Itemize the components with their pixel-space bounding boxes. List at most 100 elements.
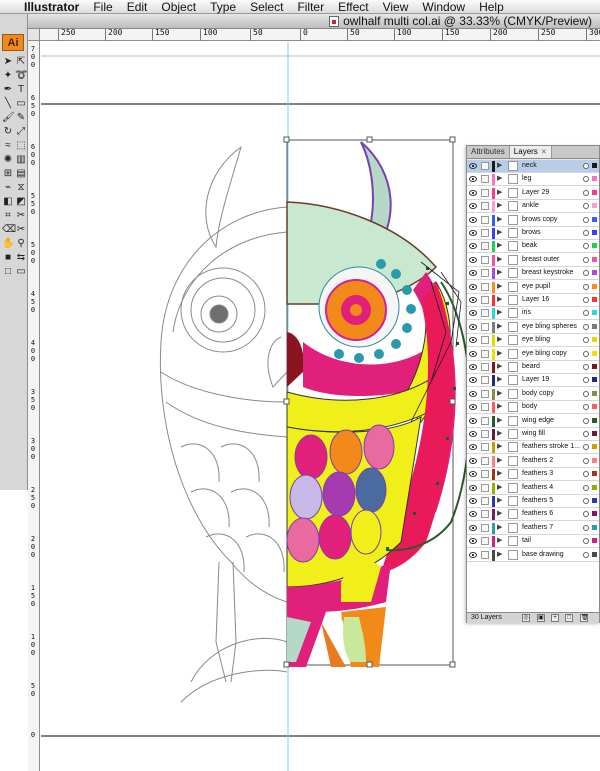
eyedropper-tool-icon[interactable]: ⌁: [2, 182, 14, 194]
lock-toggle[interactable]: [481, 322, 489, 331]
live-paint-tool-icon[interactable]: ◧: [2, 196, 14, 208]
lock-toggle[interactable]: [481, 443, 489, 452]
layer-row[interactable]: ▶ brows: [467, 227, 599, 240]
layer-row[interactable]: ▶ feathers stroke 1...: [467, 441, 599, 455]
layer-name[interactable]: eye bling spheres: [522, 321, 580, 333]
target-circle-icon[interactable]: [583, 203, 589, 210]
layer-name[interactable]: base drawing: [522, 549, 580, 561]
visibility-eye-icon[interactable]: [469, 498, 477, 504]
visibility-eye-icon[interactable]: [469, 243, 477, 250]
visibility-eye-icon[interactable]: [469, 538, 477, 545]
lock-toggle[interactable]: [481, 349, 489, 358]
layer-name[interactable]: eye bling: [522, 334, 580, 346]
lock-toggle[interactable]: [481, 229, 489, 237]
layer-row[interactable]: ▶ feathers 3: [467, 468, 599, 482]
target-circle-icon[interactable]: [583, 189, 589, 196]
expand-triangle-icon[interactable]: ▶: [497, 348, 502, 360]
target-circle-icon[interactable]: [583, 498, 589, 504]
blend-tool-icon[interactable]: ⧖: [15, 182, 27, 194]
layer-list[interactable]: ▶ neck ▶ leg ▶ Layer 29 ▶ ankle ▶ brows copy ▶ brow…: [467, 160, 599, 612]
layer-row[interactable]: ▶ beard: [467, 361, 599, 374]
target-circle-icon[interactable]: [583, 337, 589, 344]
expand-triangle-icon[interactable]: ▶: [497, 361, 502, 373]
visibility-eye-icon[interactable]: [469, 297, 477, 303]
layer-name[interactable]: wing fill: [522, 428, 580, 440]
slice-tool-icon[interactable]: ✂: [15, 210, 27, 222]
layer-name[interactable]: feathers 2: [522, 455, 580, 467]
target-circle-icon[interactable]: [583, 163, 589, 169]
visibility-eye-icon[interactable]: [469, 283, 477, 290]
menu-view[interactable]: View: [376, 0, 416, 14]
expand-triangle-icon[interactable]: ▶: [497, 307, 502, 319]
layer-name[interactable]: feathers 6: [522, 508, 580, 520]
target-circle-icon[interactable]: [583, 431, 589, 437]
expand-triangle-icon[interactable]: ▶: [497, 482, 502, 494]
target-circle-icon[interactable]: [583, 176, 589, 183]
crop-tool-icon[interactable]: ⌗: [2, 210, 14, 222]
layer-name[interactable]: beak: [522, 240, 580, 252]
document-title-bar[interactable]: owlhalf multi col.ai @ 33.33% (CMYK/Prev…: [28, 14, 600, 29]
tab-attributes[interactable]: Attributes: [467, 146, 510, 158]
make-clipping-mask-icon[interactable]: ▣: [537, 614, 545, 622]
target-circle-icon[interactable]: [583, 323, 589, 330]
layer-row[interactable]: ▶ wing fill: [467, 428, 599, 441]
symbol-sprayer-tool-icon[interactable]: ✺: [2, 154, 14, 166]
target-circle-icon[interactable]: [583, 243, 589, 250]
pen-tool-icon[interactable]: ✒: [2, 84, 14, 96]
lock-toggle[interactable]: [481, 470, 489, 479]
target-circle-icon[interactable]: [583, 390, 589, 397]
target-circle-icon[interactable]: [583, 283, 589, 290]
visibility-eye-icon[interactable]: [469, 457, 477, 464]
layer-row[interactable]: ▶ feathers 6: [467, 508, 599, 522]
visibility-eye-icon[interactable]: [469, 337, 477, 344]
lock-toggle[interactable]: [481, 537, 489, 546]
layer-row[interactable]: ▶ feathers 7: [467, 522, 599, 535]
layer-row[interactable]: ▶ feathers 4: [467, 482, 599, 495]
lock-toggle[interactable]: [481, 296, 489, 304]
layer-row[interactable]: ▶ neck: [467, 160, 599, 173]
target-circle-icon[interactable]: [583, 364, 589, 370]
layer-row[interactable]: ▶ breast outer: [467, 254, 599, 267]
visibility-eye-icon[interactable]: [469, 524, 477, 531]
rotate-tool-icon[interactable]: ↻: [2, 126, 14, 138]
layer-name[interactable]: Layer 19: [522, 374, 580, 386]
lock-toggle[interactable]: [481, 403, 489, 412]
visibility-eye-icon[interactable]: [469, 310, 477, 317]
layer-row[interactable]: ▶ brows copy: [467, 214, 599, 227]
menu-help[interactable]: Help: [472, 0, 511, 14]
visibility-eye-icon[interactable]: [469, 203, 477, 210]
lock-toggle[interactable]: [481, 416, 489, 425]
menu-select[interactable]: Select: [243, 0, 290, 14]
layer-name[interactable]: Layer 29: [522, 187, 580, 199]
expand-triangle-icon[interactable]: ▶: [497, 187, 502, 199]
layer-row[interactable]: ▶ breast keystroke: [467, 267, 599, 281]
layer-row[interactable]: ▶ wing edge: [467, 415, 599, 428]
locate-object-icon[interactable]: ◎: [522, 614, 530, 622]
menu-file[interactable]: File: [86, 0, 119, 14]
ruler-origin[interactable]: [28, 29, 40, 41]
lock-toggle[interactable]: [481, 363, 489, 371]
column-graph-tool-icon[interactable]: ▥: [15, 154, 27, 166]
layer-row[interactable]: ▶ Layer 16: [467, 294, 599, 307]
expand-triangle-icon[interactable]: ▶: [497, 281, 502, 293]
new-sublayer-icon[interactable]: +: [551, 614, 559, 622]
visibility-eye-icon[interactable]: [469, 484, 477, 491]
expand-triangle-icon[interactable]: ▶: [497, 374, 502, 386]
layer-name[interactable]: feathers 7: [522, 522, 580, 534]
tab-layers[interactable]: Layers ✕: [509, 146, 552, 158]
layer-row[interactable]: ▶ Layer 29: [467, 187, 599, 200]
lock-toggle[interactable]: [481, 456, 489, 465]
visibility-eye-icon[interactable]: [469, 417, 477, 424]
visibility-eye-icon[interactable]: [469, 163, 477, 169]
expand-triangle-icon[interactable]: ▶: [497, 267, 502, 279]
visibility-eye-icon[interactable]: [469, 176, 477, 183]
expand-triangle-icon[interactable]: ▶: [497, 508, 502, 520]
visibility-eye-icon[interactable]: [469, 377, 477, 384]
layer-name[interactable]: brows copy: [522, 214, 580, 226]
menu-filter[interactable]: Filter: [290, 0, 331, 14]
visibility-eye-icon[interactable]: [469, 323, 477, 330]
menu-window[interactable]: Window: [415, 0, 472, 14]
layer-row[interactable]: ▶ body copy: [467, 388, 599, 401]
layer-name[interactable]: body copy: [522, 388, 580, 400]
layer-name[interactable]: eye pupil: [522, 281, 580, 293]
